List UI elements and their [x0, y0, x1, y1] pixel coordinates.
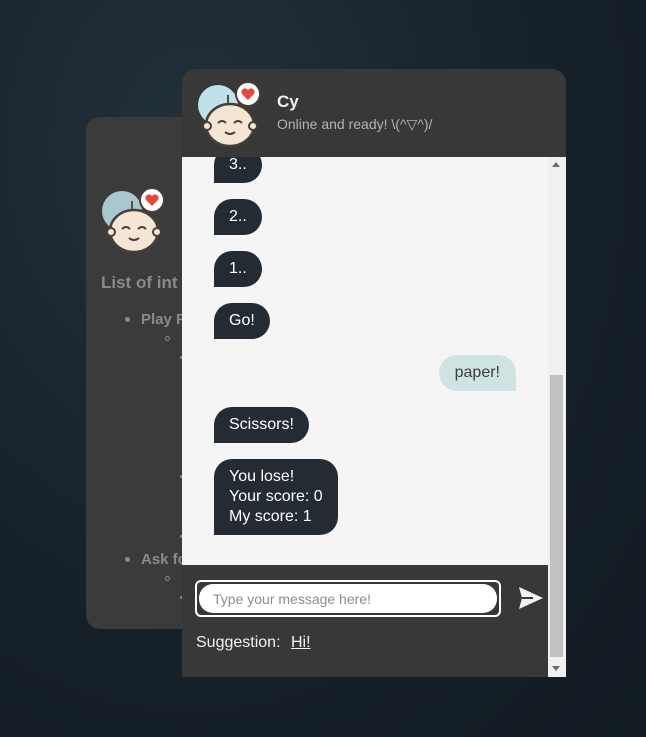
- list-title: List of int: [101, 273, 178, 292]
- bot-avatar: [196, 81, 264, 154]
- suggestion-link[interactable]: Hi!: [291, 634, 311, 651]
- status-text: Online and ready! \(^▽^)/: [277, 116, 433, 132]
- scrollbar-thumb[interactable]: [550, 375, 563, 657]
- bot-message: 2..: [214, 199, 262, 235]
- list-item: Play R: [141, 311, 187, 328]
- message-input[interactable]: [199, 584, 497, 613]
- suggestion: Suggestion: Hi!: [196, 634, 311, 652]
- bot-message: Go!: [214, 303, 270, 339]
- list-item: Ask fo: [141, 551, 187, 568]
- chat-window: Cy Online and ready! \(^▽^)/ 3.. 2.. 1..…: [182, 69, 566, 677]
- bullet: [125, 557, 130, 562]
- sub-bullet: [165, 576, 170, 581]
- message-line: Your score: 0: [229, 488, 323, 505]
- message-line: My score: 1: [229, 508, 312, 525]
- send-button[interactable]: [516, 583, 546, 613]
- bullet: [125, 317, 130, 322]
- bot-message: 3..: [214, 157, 262, 183]
- user-message: paper!: [438, 355, 516, 391]
- message-line: You lose!: [229, 468, 295, 485]
- bot-name: Cy: [277, 92, 299, 111]
- send-icon: [519, 587, 543, 609]
- sub-bullet: [165, 336, 170, 341]
- bot-message: 1..: [214, 251, 262, 287]
- bot-message: You lose! Your score: 0 My score: 1: [214, 459, 338, 535]
- suggestion-label: Suggestion:: [196, 634, 281, 651]
- message-input-frame: [195, 580, 501, 617]
- scrollbar[interactable]: [548, 157, 566, 677]
- scroll-up-icon[interactable]: [552, 162, 560, 167]
- scroll-down-icon[interactable]: [552, 666, 560, 671]
- message-list: 3.. 2.. 1.. Go! paper! Scissors! You los…: [182, 157, 548, 565]
- bot-message: Scissors!: [214, 407, 309, 443]
- avatar: [100, 187, 168, 260]
